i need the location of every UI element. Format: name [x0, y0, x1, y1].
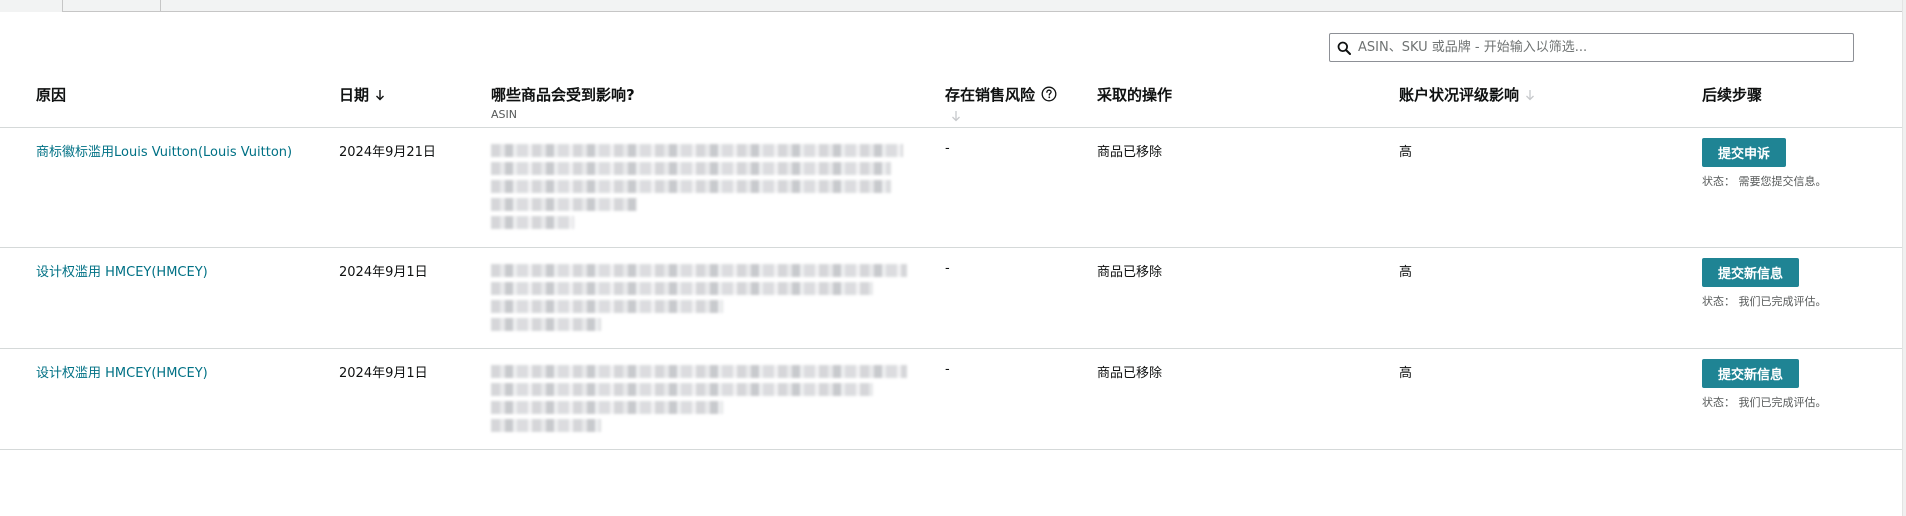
sales-risk-cell: -: [945, 261, 950, 276]
scrollbar[interactable]: [1902, 0, 1906, 516]
table-row: 商标徽标滥用Louis Vuitton(Louis Vuitton) 2024年…: [0, 128, 1902, 248]
column-header-account-impact[interactable]: 账户状况评级影响: [1399, 84, 1535, 105]
column-header-account-impact-label: 账户状况评级影响: [1399, 86, 1520, 104]
reason-link[interactable]: 设计权滥用 HMCEY(HMCEY): [36, 366, 208, 381]
column-header-action-label: 采取的操作: [1097, 86, 1173, 104]
status-text: 状态： 需要您提交信息。: [1702, 175, 1827, 188]
submit-appeal-button[interactable]: 提交申诉: [1702, 138, 1787, 167]
column-header-next-steps: 后续步骤: [1702, 84, 1762, 105]
table-row: 设计权滥用 HMCEY(HMCEY) 2024年9月1日 - 商品已移除 高 提…: [0, 248, 1902, 349]
submit-new-info-button[interactable]: 提交新信息: [1702, 258, 1800, 287]
sort-arrow-inactive-icon[interactable]: [1525, 87, 1535, 105]
top-tab-strip: [0, 0, 1906, 12]
redacted-product-info: [491, 365, 907, 437]
status-text: 状态： 我们已完成评估。: [1702, 295, 1827, 308]
action-cell: 商品已移除: [1097, 145, 1163, 160]
column-header-sales-risk-label: 存在销售风险: [945, 86, 1036, 104]
reason-cell: 商标徽标滥用Louis Vuitton(Louis Vuitton): [36, 141, 292, 160]
column-header-products-label: 哪些商品会受到影响?: [491, 86, 635, 104]
reason-link[interactable]: 商标徽标滥用Louis Vuitton(Louis Vuitton): [36, 145, 292, 160]
column-header-action: 采取的操作: [1097, 84, 1172, 105]
date-cell: 2024年9月1日: [339, 265, 428, 280]
column-header-products: 哪些商品会受到影响? ASIN: [491, 84, 635, 121]
action-cell: 商品已移除: [1097, 366, 1163, 381]
action-cell: 商品已移除: [1097, 265, 1163, 280]
column-subheader-asin: ASIN: [491, 108, 517, 121]
column-header-reason: 原因: [36, 84, 66, 105]
reason-cell: 设计权滥用 HMCEY(HMCEY): [36, 261, 208, 280]
submit-new-info-button[interactable]: 提交新信息: [1702, 359, 1800, 388]
sort-arrow-down-icon[interactable]: [375, 87, 385, 105]
table-row: 设计权滥用 HMCEY(HMCEY) 2024年9月1日 - 商品已移除 高 提…: [0, 349, 1902, 450]
help-circle-icon[interactable]: [1041, 86, 1057, 106]
reason-cell: 设计权滥用 HMCEY(HMCEY): [36, 362, 208, 381]
search-icon: [1330, 34, 1358, 61]
violations-table: 原因 日期 哪些商品会受到影响? ASIN 存在销售风险 采取的操作 账户状况评…: [0, 76, 1902, 450]
search-box[interactable]: [1329, 33, 1854, 62]
impact-cell: 高: [1399, 366, 1413, 381]
reason-link[interactable]: 设计权滥用 HMCEY(HMCEY): [36, 265, 208, 280]
impact-cell: 高: [1399, 145, 1413, 160]
redacted-product-info: [491, 144, 903, 234]
column-header-date-label: 日期: [339, 86, 370, 104]
column-header-sales-risk[interactable]: 存在销售风险: [945, 84, 1057, 126]
tab-bar: [62, 0, 1902, 12]
column-header-date[interactable]: 日期: [339, 84, 385, 105]
column-header-reason-label: 原因: [36, 86, 67, 104]
status-text: 状态： 我们已完成评估。: [1702, 396, 1827, 409]
sales-risk-cell: -: [945, 362, 950, 377]
account-health-page: 原因 日期 哪些商品会受到影响? ASIN 存在销售风险 采取的操作 账户状况评…: [0, 0, 1906, 516]
table-header-row: 原因 日期 哪些商品会受到影响? ASIN 存在销售风险 采取的操作 账户状况评…: [0, 76, 1902, 128]
impact-cell: 高: [1399, 265, 1413, 280]
tab-divider: [160, 0, 161, 12]
date-cell: 2024年9月1日: [339, 366, 428, 381]
date-cell: 2024年9月21日: [339, 145, 436, 160]
sales-risk-cell: -: [945, 141, 950, 156]
redacted-product-info: [491, 264, 907, 336]
search-input[interactable]: [1358, 35, 1853, 60]
column-header-next-steps-label: 后续步骤: [1702, 86, 1763, 104]
sort-arrow-inactive-icon[interactable]: [951, 108, 1057, 126]
